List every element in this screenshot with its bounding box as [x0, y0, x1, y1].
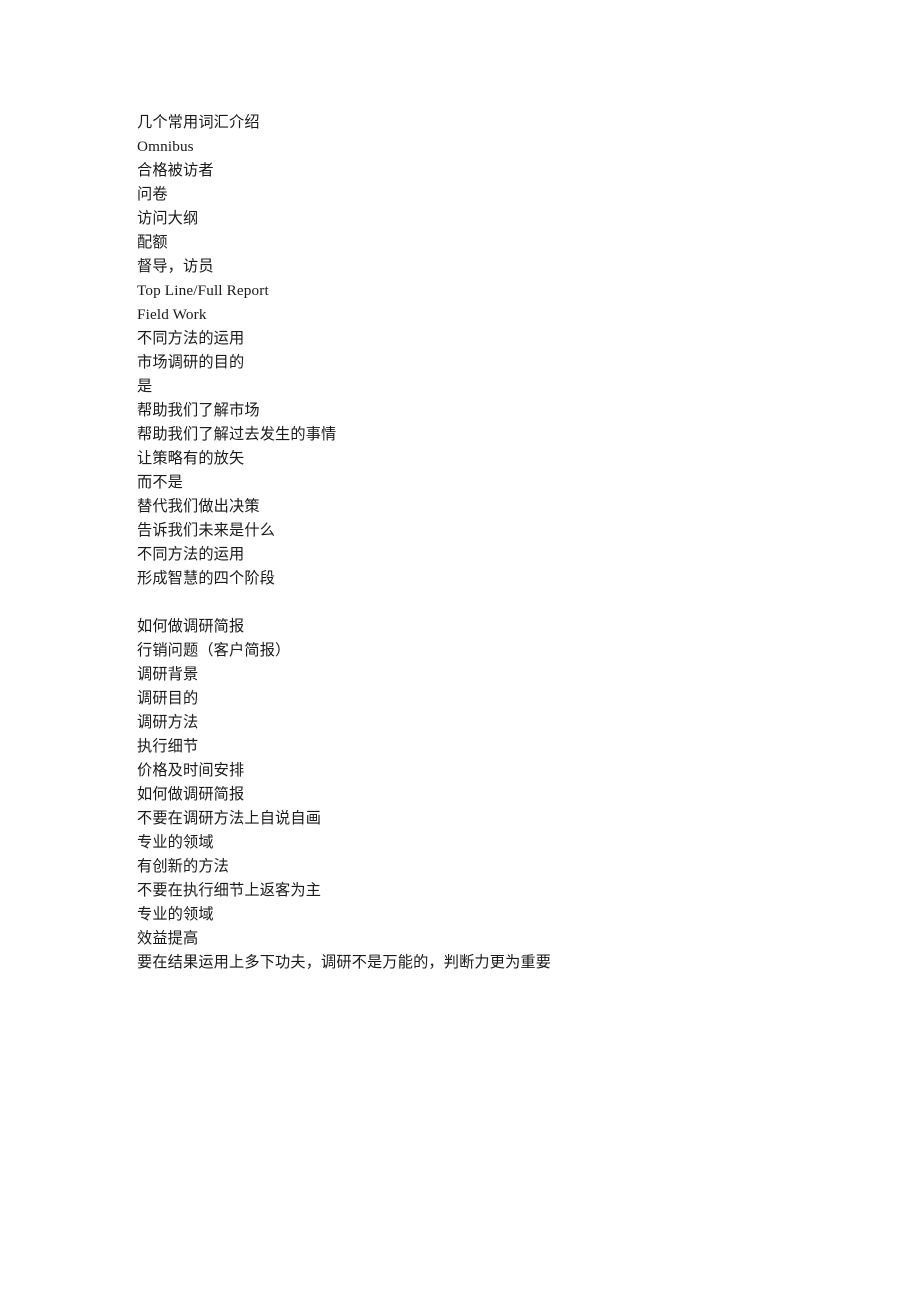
- text-line: 不同方法的运用: [137, 546, 245, 563]
- text-line: 有创新的方法: [137, 858, 230, 875]
- text-line: Omnibus: [137, 138, 194, 155]
- document-page: 几个常用词汇介绍 Omnibus 合格被访者 问卷 访问大纲 配额 督导，访员 …: [0, 0, 920, 1302]
- text-line: Top Line/Full Report: [137, 282, 269, 299]
- text-line: 形成智慧的四个阶段: [137, 570, 276, 587]
- text-line: 帮助我们了解市场: [137, 402, 260, 419]
- text-line: 专业的领域: [137, 906, 214, 923]
- text-line: 调研背景: [137, 666, 199, 683]
- text-line: 帮助我们了解过去发生的事情: [137, 426, 337, 443]
- text-line: 督导，访员: [137, 258, 214, 275]
- text-line: 执行细节: [137, 738, 199, 755]
- text-line: Field Work: [137, 306, 207, 323]
- text-line: 访问大纲: [137, 210, 199, 227]
- text-line: 合格被访者: [137, 162, 214, 179]
- text-line: 调研方法: [137, 714, 199, 731]
- text-line: 要在结果运用上多下功夫，调研不是万能的，判断力更为重要: [137, 954, 552, 971]
- text-line: 专业的领域: [137, 834, 214, 851]
- text-line: 效益提高: [137, 930, 199, 947]
- text-line: 告诉我们未来是什么: [137, 522, 276, 539]
- text-line: 不同方法的运用: [137, 330, 245, 347]
- text-line: 替代我们做出决策: [137, 498, 260, 515]
- text-line: 配额: [137, 234, 168, 251]
- text-line: 问卷: [137, 186, 168, 203]
- text-line: 市场调研的目的: [137, 354, 245, 371]
- terminology-and-methods-block: 几个常用词汇介绍 Omnibus 合格被访者 问卷 访问大纲 配额 督导，访员 …: [137, 111, 837, 591]
- text-line: 不要在调研方法上自说自画: [137, 810, 322, 827]
- document-text-body: 几个常用词汇介绍 Omnibus 合格被访者 问卷 访问大纲 配额 督导，访员 …: [137, 111, 837, 975]
- text-line: 调研目的: [137, 690, 199, 707]
- text-line: 而不是: [137, 474, 184, 491]
- text-line: 如何做调研简报: [137, 618, 245, 635]
- text-line: 几个常用词汇介绍: [137, 114, 260, 131]
- text-line: 行销问题（客户简报）: [137, 642, 291, 659]
- text-line: 不要在执行细节上返客为主: [137, 882, 322, 899]
- text-line: 如何做调研简报: [137, 786, 245, 803]
- text-line: 是: [137, 378, 153, 395]
- research-brief-block: 如何做调研简报 行销问题（客户简报） 调研背景 调研目的 调研方法 执行细节 价…: [137, 615, 837, 975]
- text-line: 让策略有的放矢: [137, 450, 245, 467]
- text-line: 价格及时间安排: [137, 762, 245, 779]
